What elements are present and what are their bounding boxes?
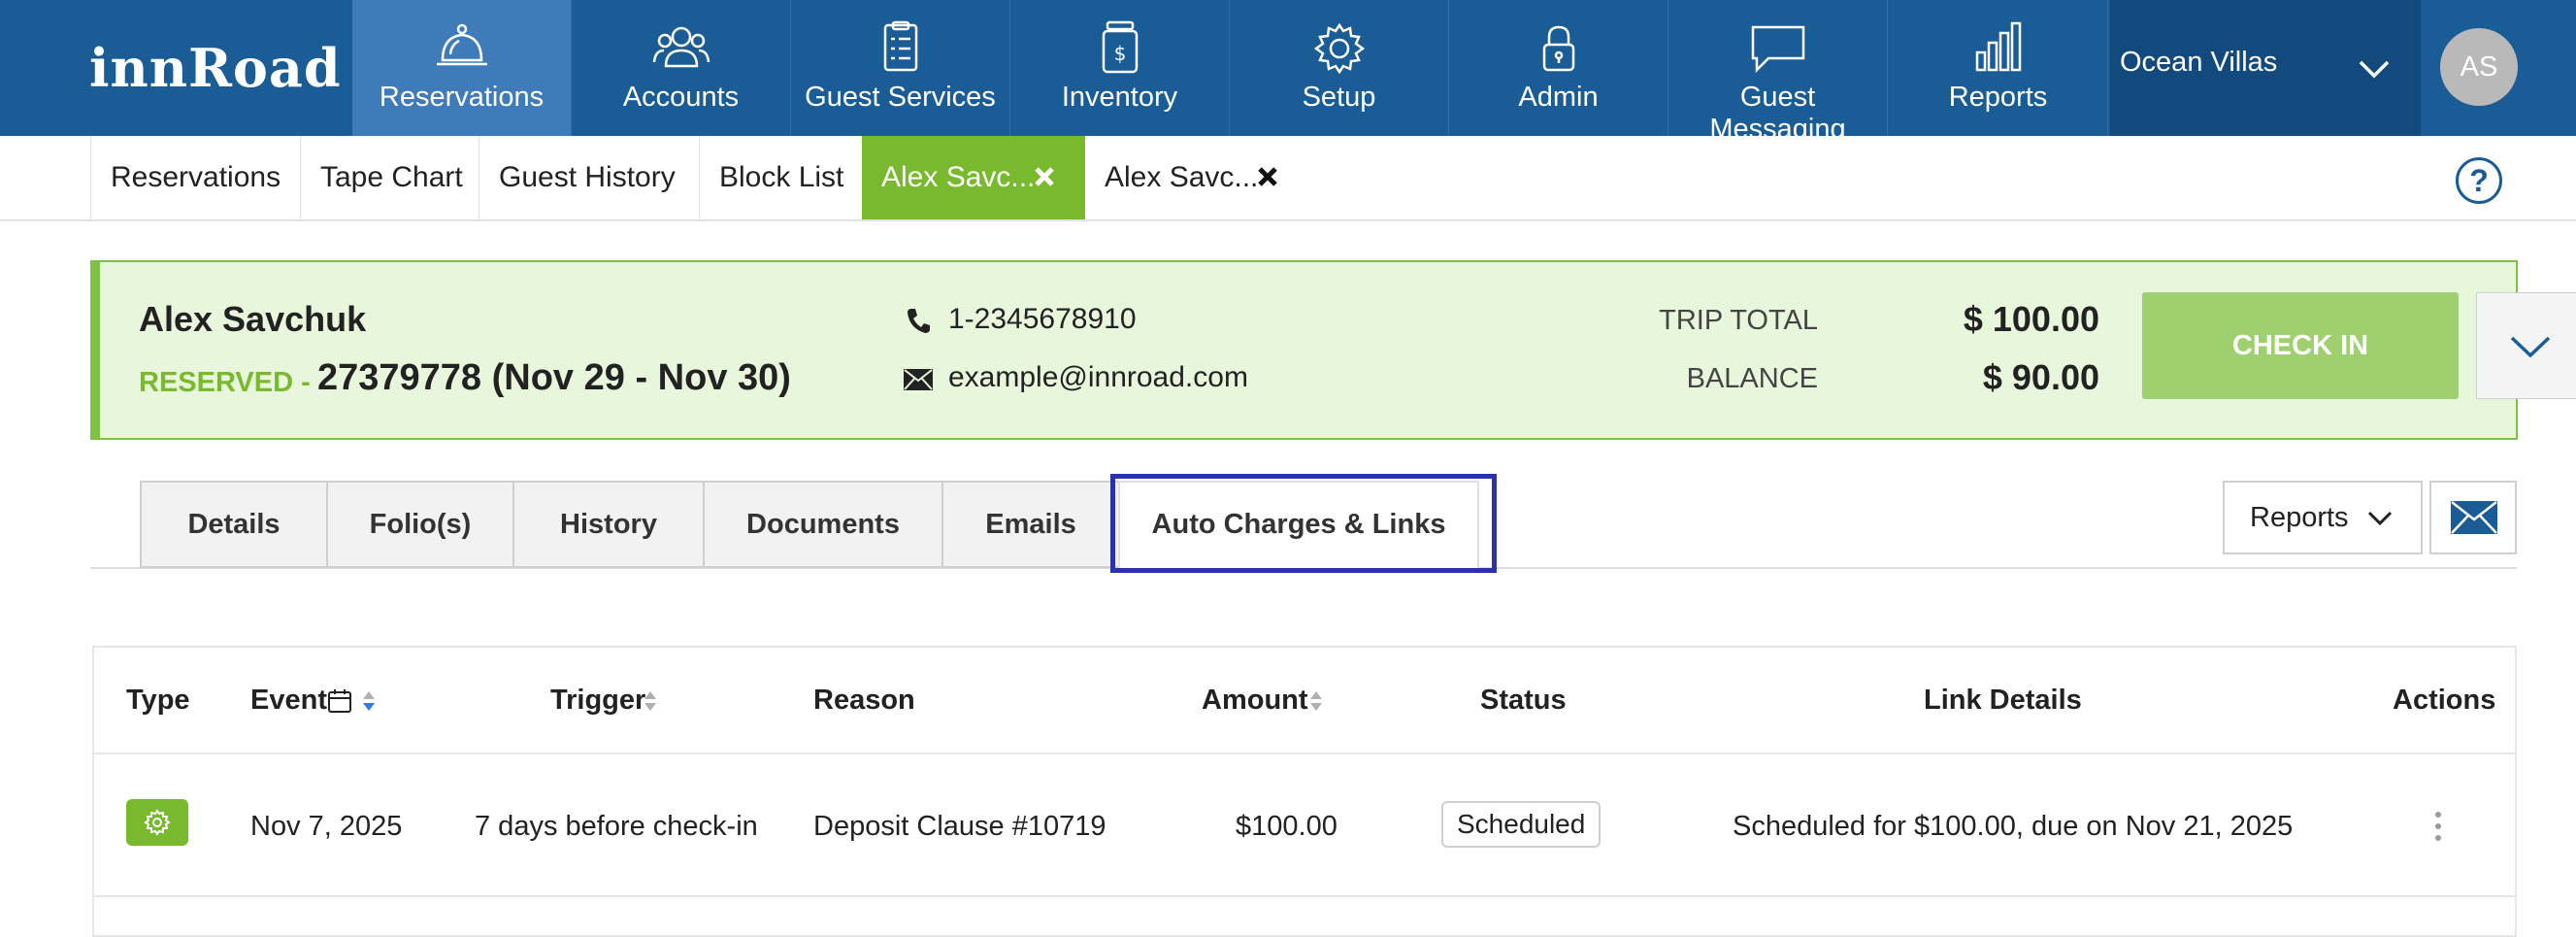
header-trigger[interactable]: Trigger xyxy=(550,685,645,717)
header-event[interactable]: Event xyxy=(250,685,327,717)
guest-phone: 1-2345678910 xyxy=(948,303,1137,335)
chevron-down-icon xyxy=(2367,511,2393,526)
tab-details[interactable]: Details xyxy=(140,481,328,568)
check-in-button[interactable]: CHECK IN xyxy=(2142,292,2459,399)
amount: $100.00 xyxy=(1236,811,1338,842)
clipboard-icon xyxy=(883,20,917,72)
tab-guest-history[interactable]: Guest History xyxy=(479,136,699,219)
reservation-summary: Alex Savchuk RESERVED - 27379778 (Nov 29… xyxy=(90,260,2576,440)
chevron-down-icon xyxy=(2510,336,2551,358)
nav-label: Setup xyxy=(1302,82,1376,113)
tab-label: Guest History xyxy=(499,161,676,193)
property-name: Ocean Villas xyxy=(2120,47,2278,78)
balance-label: BALANCE xyxy=(1686,363,1818,394)
reservation-number-dates: 27379778 (Nov 29 - Nov 30) xyxy=(317,357,791,398)
status-badge: Scheduled xyxy=(1441,801,1602,848)
reports-label: Reports xyxy=(2250,502,2349,533)
envelope-icon xyxy=(2451,501,2497,534)
tab-reservations[interactable]: Reservations xyxy=(90,136,300,219)
tab-reservation[interactable]: Alex Savc... xyxy=(1085,136,1308,219)
reason: Deposit Clause #10719 xyxy=(813,811,1106,842)
tab-block-list[interactable]: Block List xyxy=(699,136,862,219)
reservation-status: RESERVED - xyxy=(139,367,311,398)
header-link-details: Link Details xyxy=(1924,685,2082,716)
sort-icon[interactable] xyxy=(1309,690,1323,712)
lock-icon xyxy=(1542,25,1574,72)
nav-label: Accounts xyxy=(622,82,740,113)
table-row: Nov 7, 2025 7 days before check-in Depos… xyxy=(94,756,2515,897)
innroad-logo[interactable]: innRoad xyxy=(89,37,342,99)
property-selector[interactable]: Ocean Villas xyxy=(2110,0,2421,136)
sort-icon[interactable] xyxy=(362,690,376,712)
nav-accounts[interactable]: Accounts xyxy=(572,0,791,136)
user-avatar[interactable]: AS xyxy=(2440,28,2518,106)
nav-setup[interactable]: Setup xyxy=(1230,0,1449,136)
table-header: Type Event Trigger Reason Amount Status … xyxy=(94,648,2515,754)
tab-tape-chart[interactable]: Tape Chart xyxy=(300,136,479,219)
balance-value: $ 90.00 xyxy=(1982,357,2099,397)
auto-charge-type-badge xyxy=(126,799,188,846)
header-status: Status xyxy=(1480,685,1567,716)
header-actions: Actions xyxy=(2393,685,2496,716)
tab-reservation-active[interactable]: Alex Savc... xyxy=(862,136,1085,219)
tab-folios[interactable]: Folio(s) xyxy=(326,481,514,568)
header-reason: Reason xyxy=(813,685,915,716)
nav-inventory[interactable]: $ Inventory xyxy=(1010,0,1230,136)
guest-name: Alex Savchuk xyxy=(139,299,367,339)
tab-label: Reservations xyxy=(111,161,281,193)
nav-label: Inventory xyxy=(1061,82,1178,113)
header-type: Type xyxy=(126,685,190,716)
people-icon xyxy=(652,26,710,68)
tab-label: Alex Savc... xyxy=(1105,161,1259,193)
tab-label: Tape Chart xyxy=(320,161,463,193)
auto-charges-table: Type Event Trigger Reason Amount Status … xyxy=(92,646,2517,937)
trip-total-value: $ 100.00 xyxy=(1963,299,2099,339)
tab-documents[interactable]: Documents xyxy=(703,481,943,568)
phone-icon xyxy=(908,309,930,333)
active-tab-highlight xyxy=(1110,474,1497,573)
tab-label: Block List xyxy=(719,161,844,193)
sort-icon[interactable] xyxy=(644,690,657,712)
nav-admin[interactable]: Admin xyxy=(1449,0,1668,136)
nav-reservations[interactable]: Reservations xyxy=(352,0,572,136)
dollar-jar-icon: $ xyxy=(1102,20,1138,74)
help-icon[interactable]: ? xyxy=(2456,157,2502,204)
nav-guest-messaging[interactable]: Guest Messaging xyxy=(1668,0,1888,145)
email-button[interactable] xyxy=(2429,481,2517,554)
nav-reports[interactable]: Reports xyxy=(1889,0,2108,136)
nav-label: Reservations xyxy=(379,82,545,113)
guest-email: example@innroad.com xyxy=(948,361,1248,393)
nav-label: Reports xyxy=(1948,82,2048,113)
trigger: 7 days before check-in xyxy=(475,811,758,842)
bar-chart-icon xyxy=(1975,21,2021,72)
reports-dropdown[interactable]: Reports xyxy=(2223,481,2423,554)
nav-label: Admin xyxy=(1518,82,1599,113)
header-amount[interactable]: Amount xyxy=(1202,685,1308,717)
trip-total-label: TRIP TOTAL xyxy=(1659,305,1818,336)
more-actions-dropdown[interactable] xyxy=(2476,292,2576,399)
link-details: Scheduled for $100.00, due on Nov 21, 20… xyxy=(1733,811,2294,842)
calendar-icon xyxy=(328,689,351,713)
gear-icon xyxy=(144,809,171,836)
close-icon[interactable] xyxy=(1256,165,1279,188)
top-navigation: innRoad Reservations Accounts Guest Serv… xyxy=(0,0,2576,145)
bell-icon xyxy=(436,23,487,66)
workspace-tabs: Reservations Tape Chart Guest History Bl… xyxy=(0,136,2576,221)
svg-text:$: $ xyxy=(1113,42,1126,65)
close-icon[interactable] xyxy=(1033,165,1056,188)
mail-icon xyxy=(904,369,933,390)
tab-history[interactable]: History xyxy=(512,481,705,568)
chevron-down-icon xyxy=(2359,60,2390,79)
kebab-menu-icon[interactable] xyxy=(2424,807,2453,846)
event-date: Nov 7, 2025 xyxy=(250,811,403,842)
nav-label: Guest Services xyxy=(805,82,996,113)
tab-emails[interactable]: Emails xyxy=(941,481,1120,568)
gear-icon xyxy=(1313,22,1365,75)
chat-icon xyxy=(1751,25,1804,74)
nav-guest-services[interactable]: Guest Services xyxy=(791,0,1010,136)
tab-label: Alex Savc... xyxy=(881,161,1036,193)
